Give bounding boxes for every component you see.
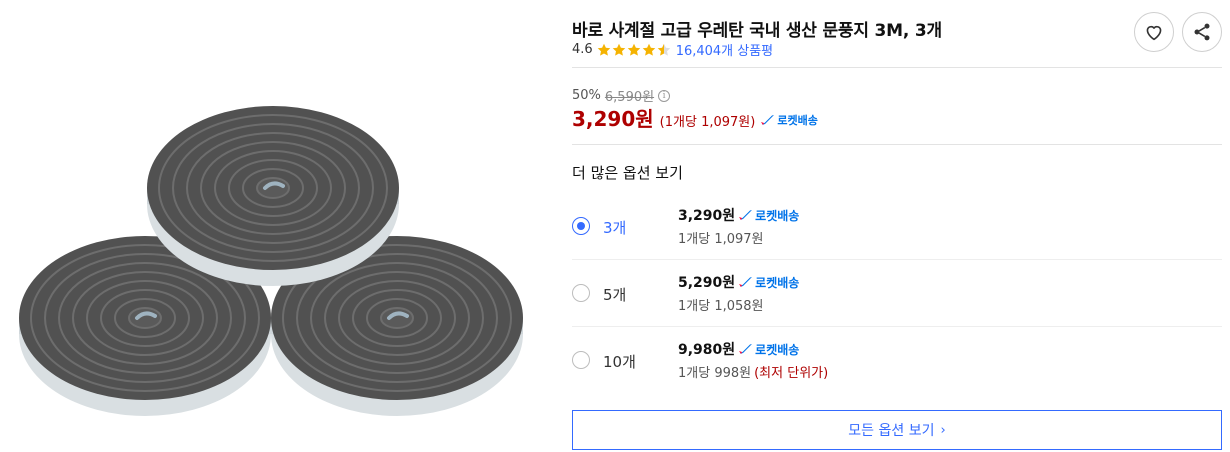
half-star-icon [657,43,670,56]
sale-price: 3,290원 [572,107,654,131]
option-price: 3,290원 [678,208,736,224]
option-price: 9,980원 [678,342,736,358]
all-options-button[interactable]: 모든 옵션 보기 › [572,410,1222,450]
rocket-icon [761,115,775,125]
rocket-label: 로켓배송 [755,275,800,290]
option-unit: 1개당 998원 [678,366,752,381]
rocket-delivery-badge: 로켓배송 [761,112,818,128]
all-options-label: 모든 옵션 보기 [848,423,935,439]
rocket-icon [739,277,753,287]
chevron-right-icon: › [940,422,946,438]
option-price: 5,290원 [678,275,736,291]
share-icon [1194,23,1210,41]
option-unit-price: 1개당 1,097원 [678,228,764,247]
option-price-row: 5,290원 로켓배송 [678,272,799,292]
rocket-label: 로켓배송 [755,342,800,357]
option-5[interactable]: 5개 5,290원 로켓배송 1개당 1,058원 [572,260,1222,326]
rocket-delivery-badge: 로켓배송 [739,341,799,358]
divider [572,144,1222,145]
rocket-icon [739,344,753,354]
divider [572,67,1222,68]
product-info-panel: 바로 사계절 고급 우레탄 국내 생산 문풍지 3M, 3개 4.6 16,40… [572,0,1222,452]
star-icon [612,43,625,56]
option-unit-price: 1개당 1,058원 [678,295,764,314]
star-icon [642,43,655,56]
option-radio[interactable] [572,284,590,302]
option-radio-checked[interactable] [572,217,590,235]
product-image [0,0,545,452]
unit-price: (1개당 1,097원) [659,115,756,130]
option-10[interactable]: 10개 9,980원 로켓배송 1개당 998원 (최저 단위가) [572,327,1222,393]
option-radio[interactable] [572,351,590,369]
rating-row: 4.6 16,404개 상품평 [572,40,773,59]
star-icon [627,43,640,56]
rocket-icon [739,210,753,220]
info-icon[interactable]: i [658,89,671,102]
lowest-unit-price-note: (최저 단위가) [754,366,829,381]
review-count-link[interactable]: 16,404개 상품평 [676,40,773,59]
wishlist-button[interactable] [1134,12,1174,52]
options-heading: 더 많은 옵션 보기 [572,164,683,182]
option-label: 3개 [603,219,627,237]
heart-icon [1146,25,1162,41]
share-button[interactable] [1182,12,1222,52]
option-unit: 1개당 1,058원 [678,299,764,314]
option-label: 10개 [603,353,636,371]
star-icon [597,43,610,56]
option-unit: 1개당 1,097원 [678,232,764,247]
star-rating [597,43,672,57]
product-title: 바로 사계절 고급 우레탄 국내 생산 문풍지 3M, 3개 [572,21,942,41]
option-price-row: 9,980원 로켓배송 [678,339,799,359]
option-unit-price: 1개당 998원 (최저 단위가) [678,362,828,381]
rocket-delivery-badge: 로켓배송 [739,207,799,224]
discount-rate: 50% [572,88,601,103]
rocket-label: 로켓배송 [755,208,800,223]
rocket-label: 로켓배송 [777,114,818,127]
option-price-row: 3,290원 로켓배송 [678,205,799,225]
foam-tape-rolls-image [17,104,525,418]
price-row: 3,290원 (1개당 1,097원) 로켓배송 [572,103,818,132]
rocket-delivery-badge: 로켓배송 [739,274,799,291]
option-3[interactable]: 3개 3,290원 로켓배송 1개당 1,097원 [572,193,1222,259]
rating-value: 4.6 [572,42,593,57]
option-label: 5개 [603,286,627,304]
